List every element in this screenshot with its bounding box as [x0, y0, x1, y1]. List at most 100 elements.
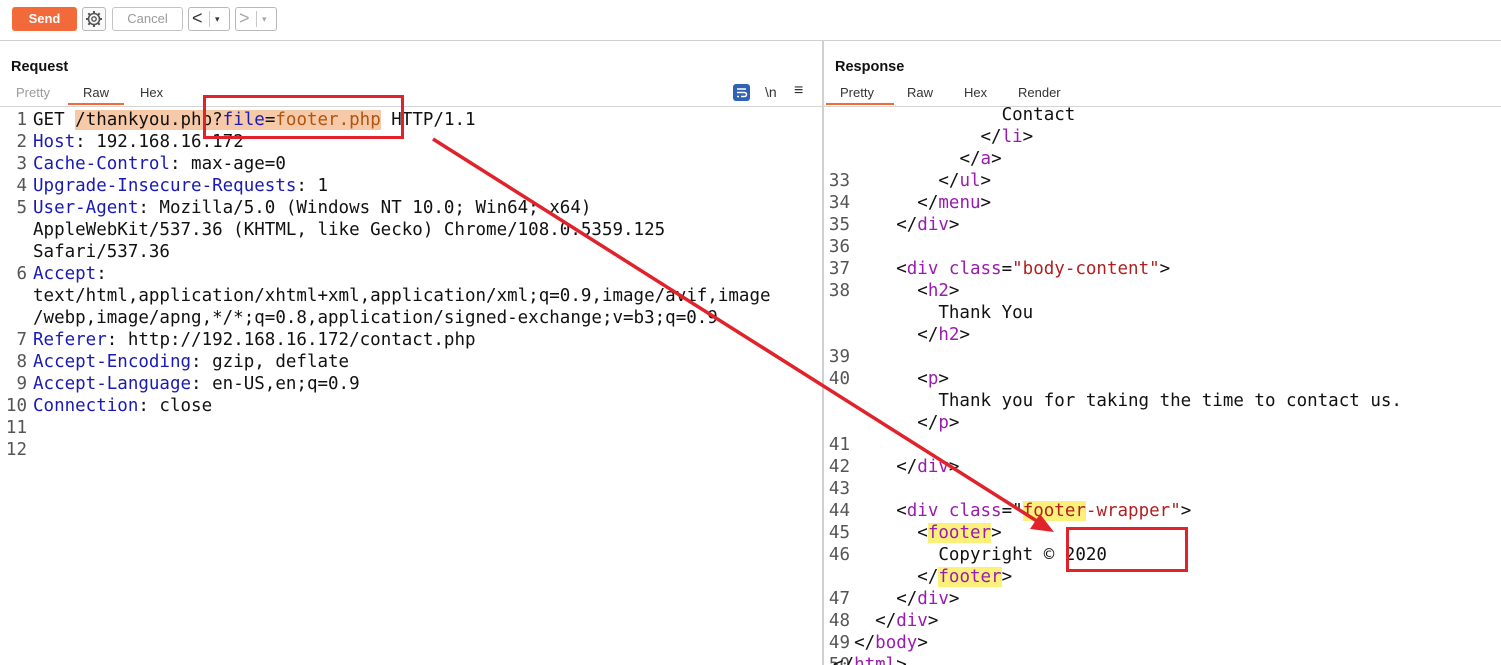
tag-bracket: <	[917, 369, 928, 389]
wrap-icon[interactable]	[733, 84, 750, 101]
tag-name: html	[854, 655, 897, 665]
highlight-box-response-copyright	[1066, 527, 1188, 572]
header-name: Accept-Language	[33, 374, 192, 394]
tag-bracket: >	[948, 215, 960, 235]
header-value	[33, 440, 44, 460]
tag-bracket: </	[917, 193, 939, 213]
attr-name: class	[938, 259, 1002, 279]
response-line: Thank You	[833, 302, 1402, 324]
response-line: </ul>	[833, 170, 1402, 192]
response-line: </li>	[833, 126, 1402, 148]
attr-value: "body-content"	[1012, 259, 1160, 279]
header-value: : en-US,en;q=0.9	[191, 374, 360, 394]
chevron-left-icon: <	[192, 8, 203, 28]
tag-name: div	[906, 501, 939, 521]
attr-equals: =	[1001, 501, 1013, 521]
search-highlight: footer	[1022, 501, 1086, 521]
tag-bracket: >	[938, 369, 949, 389]
chevron-down-icon[interactable]: ▾	[262, 8, 267, 30]
tab-request-raw[interactable]: Raw	[83, 85, 109, 100]
tag-name: h2	[927, 281, 949, 301]
request-line: Accept-Language: en-US,en;q=0.9	[33, 373, 771, 395]
tab-request-hex[interactable]: Hex	[140, 85, 163, 100]
settings-button[interactable]	[82, 7, 106, 31]
menu-icon[interactable]: ≡	[794, 82, 803, 100]
tag-bracket: >	[948, 413, 960, 433]
response-line: Contact	[833, 104, 1402, 126]
attr-quote: "	[1012, 501, 1023, 521]
line-number	[0, 219, 27, 241]
header-value: : max-age=0	[169, 154, 286, 174]
line-number: 12	[5, 440, 27, 460]
tab-response-pretty[interactable]: Pretty	[840, 85, 874, 100]
text-content: Thank you for taking the time to contact…	[938, 391, 1402, 411]
request-line: Cache-Control: max-age=0	[33, 153, 771, 175]
line-number	[0, 307, 27, 329]
line-number: 2	[16, 132, 27, 152]
tag-name: div	[906, 259, 939, 279]
request-code[interactable]: GET /thankyou.php?file=footer.php HTTP/1…	[33, 109, 771, 461]
tag-bracket: >	[1159, 259, 1171, 279]
tab-request-pretty[interactable]: Pretty	[16, 85, 50, 100]
tag-bracket: </	[917, 567, 939, 587]
chevron-down-icon[interactable]: ▾	[215, 8, 220, 30]
tag-name: body	[875, 633, 918, 653]
response-line: </html>	[833, 654, 1402, 665]
line-number: 10	[5, 396, 27, 416]
request-line: Upgrade-Insecure-Requests: 1	[33, 175, 771, 197]
header-name: Upgrade-Insecure-Requests	[33, 176, 297, 196]
line-number: 8	[16, 352, 27, 372]
request-line: AppleWebKit/537.36 (KHTML, like Gecko) C…	[33, 219, 771, 241]
tab-response-hex[interactable]: Hex	[964, 85, 987, 100]
request-line	[33, 439, 771, 461]
divider	[0, 106, 822, 107]
tag-bracket: >	[948, 281, 960, 301]
line-number-gutter: 12345 6 7 8 9 10 11 12	[0, 109, 27, 461]
tab-response-render[interactable]: Render	[1018, 85, 1061, 100]
request-line: Referer: http://192.168.16.172/contact.p…	[33, 329, 771, 351]
response-line: <h2>	[833, 280, 1402, 302]
tag-bracket: >	[948, 457, 960, 477]
tag-bracket: <	[917, 523, 928, 543]
response-editor[interactable]: 33 34 35 36 37 38 39 40 41 42 43 44 45 46 47 48 49 50 …	[824, 104, 1501, 665]
response-line	[833, 346, 1402, 368]
tag-bracket: </	[959, 149, 981, 169]
tag-bracket: </	[854, 633, 876, 653]
divider	[256, 11, 257, 27]
active-tab-indicator	[68, 103, 124, 105]
tab-response-raw[interactable]: Raw	[907, 85, 933, 100]
tag-bracket: </	[980, 127, 1002, 147]
response-line: </h2>	[833, 324, 1402, 346]
response-code[interactable]: Contact </li> </a> </ul> </menu> </div> …	[833, 104, 1402, 665]
tag-bracket: </	[896, 589, 918, 609]
highlight-box-request-param	[203, 95, 404, 139]
line-number: 6	[16, 264, 27, 284]
newline-toggle-button[interactable]: \n	[765, 84, 777, 100]
attr-name: class	[938, 501, 1002, 521]
tag-bracket: <	[896, 501, 907, 521]
tag-bracket: <	[917, 281, 928, 301]
tag-name-highlight: footer	[927, 523, 992, 543]
send-button[interactable]: Send	[12, 7, 77, 31]
tag-bracket: >	[991, 523, 1002, 543]
line-number: 9	[16, 374, 27, 394]
tag-bracket: >	[959, 325, 970, 345]
line-number	[0, 241, 27, 263]
cancel-button[interactable]: Cancel	[112, 7, 183, 31]
back-button[interactable]: < ▾	[188, 7, 230, 31]
tag-name: div	[896, 611, 928, 631]
request-editor[interactable]: 12345 6 7 8 9 10 11 12 GET /thankyou.php?file…	[0, 109, 822, 665]
header-value: : gzip, deflate	[191, 352, 350, 372]
forward-button[interactable]: > ▾	[235, 7, 277, 31]
attr-equals: =	[1001, 259, 1013, 279]
text-content: Thank You	[938, 303, 1034, 323]
